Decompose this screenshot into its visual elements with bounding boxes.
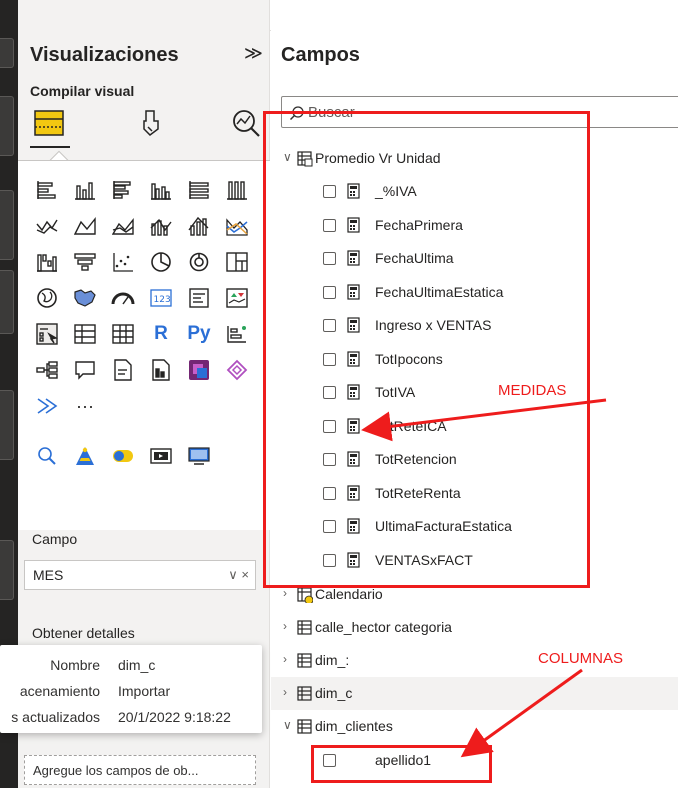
medidas-arrow	[361, 398, 607, 442]
annotation-arrows	[361, 398, 607, 758]
columnas-arrow	[460, 668, 583, 758]
